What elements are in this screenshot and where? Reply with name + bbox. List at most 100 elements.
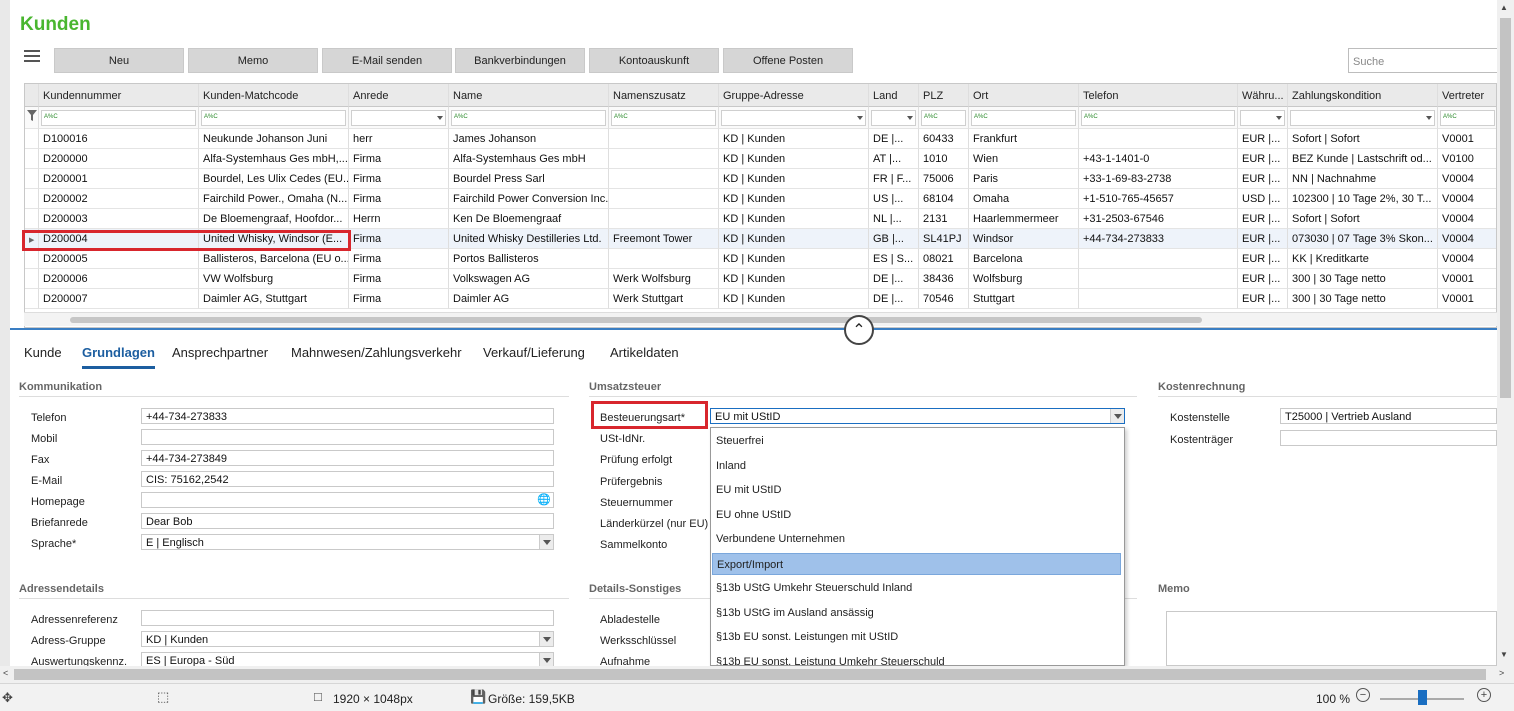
column-filter[interactable] [349,107,449,129]
scroll-up-icon[interactable]: ▲ [1500,3,1508,12]
table-row[interactable]: D200001 Bourdel, Les Ulix Cedes (EU... Fir… [25,169,1496,189]
kostenstelle-field[interactable]: T25000 | Vertrieb Ausland [1280,408,1497,424]
column-header[interactable]: Währu... [1238,84,1288,107]
table-row[interactable]: D200003 De Bloemengraaf, Hoofdor... Herrn K… [25,209,1496,229]
column-filter[interactable] [1288,107,1438,129]
horizontal-scrollbar[interactable]: < > [0,666,1514,683]
table-row[interactable]: D200000 Alfa-Systemhaus Ges mbH,... Firma A… [25,149,1496,169]
memo-button[interactable]: Memo [188,48,318,73]
menu-icon[interactable] [24,50,40,64]
table-row[interactable]: D200002 Fairchild Power., Omaha (N... Firm… [25,189,1496,209]
memo-textarea[interactable] [1166,611,1497,666]
chevron-down-icon[interactable] [857,116,863,120]
kostentraeger-field[interactable] [1280,430,1497,446]
field-input[interactable]: ES | Europa - Süd [141,652,554,666]
chevron-down-icon[interactable] [1276,116,1282,120]
scrollbar-thumb[interactable] [14,669,1486,680]
zoom-in-icon[interactable]: + [1477,688,1491,702]
grid-horizontal-scrollbar[interactable] [24,312,1497,326]
field-input[interactable]: 🌐 [141,492,554,508]
tab-ansprechpartner[interactable]: Ansprechpartner [172,345,268,360]
tab-verkauf[interactable]: Verkauf/Lieferung [483,345,585,360]
globe-icon[interactable]: 🌐 [537,493,551,506]
open-items-button[interactable]: Offene Posten [723,48,853,73]
zoom-out-icon[interactable]: − [1356,688,1370,702]
field-input[interactable]: KD | Kunden [141,631,554,647]
column-header[interactable]: PLZ [919,84,969,107]
tab-mahnwesen[interactable]: Mahnwesen/Zahlungsverkehr [291,345,462,360]
column-header[interactable]: Ort [969,84,1079,107]
tab-kunde[interactable]: Kunde [24,345,62,360]
field-input[interactable]: +44-734-273849 [141,450,554,466]
dropdown-option[interactable]: EU mit UStID [712,479,1121,501]
field-input[interactable]: E | Englisch [141,534,554,550]
table-cell: EUR |... [1238,169,1288,189]
field-input[interactable]: +44-734-273833 [141,408,554,424]
table-cell: 102300 | 10 Tage 2%, 30 T... [1288,189,1438,209]
scroll-down-icon[interactable]: ▼ [1500,650,1508,659]
chevron-down-icon[interactable] [539,535,553,549]
dropdown-option[interactable]: EU ohne UStID [712,504,1121,526]
column-header[interactable]: Name [449,84,609,107]
table-row[interactable]: D100016 Neukunde Johanson Juni herr James J… [25,129,1496,149]
scrollbar-thumb[interactable] [70,317,1202,323]
dropdown-option[interactable]: Export/Import [712,552,1121,575]
chevron-down-icon[interactable] [539,653,553,666]
chevron-down-icon[interactable] [1110,409,1124,423]
dropdown-option[interactable]: §13b UStG im Ausland ansässig [712,602,1121,624]
besteuerungsart-select[interactable]: EU mit UStID [710,408,1125,424]
field-label: Prüfung erfolgt [600,454,673,466]
column-header[interactable]: Anrede [349,84,449,107]
account-info-button[interactable]: Kontoauskunft [589,48,719,73]
scrollbar-thumb[interactable] [1500,18,1511,398]
dropdown-option[interactable]: §13b EU sonst. Leistungen mit UStID [712,626,1121,648]
dropdown-option[interactable]: Steuerfrei [712,430,1121,452]
tab-grundlagen[interactable]: Grundlagen [82,345,155,369]
column-header[interactable]: Namenszusatz [609,84,719,107]
column-header[interactable]: Telefon [1079,84,1238,107]
table-row[interactable]: D200007 Daimler AG, Stuttgart Firma Daimler… [25,289,1496,309]
chevron-down-icon[interactable] [539,632,553,646]
chevron-down-icon[interactable] [437,116,443,120]
tab-artikeldaten[interactable]: Artikeldaten [610,345,679,360]
dropdown-option[interactable]: Inland [712,455,1121,477]
dropdown-option[interactable]: Verbundene Unternehmen [712,528,1121,550]
table-row[interactable]: D200006 VW Wolfsburg Firma Volkswagen AG Wer… [25,269,1496,289]
column-filter[interactable] [1238,107,1288,129]
dropdown-option[interactable]: §13b UStG Umkehr Steuerschuld Inland [712,577,1121,599]
column-filter[interactable]: A%C [1079,107,1238,129]
column-header[interactable]: Kundennummer [39,84,199,107]
chevron-down-icon[interactable] [1426,116,1432,120]
search-input[interactable]: Suche [1348,48,1497,73]
column-filter[interactable]: A%C [1438,107,1496,129]
scroll-right-icon[interactable]: > [1499,668,1504,678]
scroll-left-icon[interactable]: < [3,668,8,678]
column-header[interactable]: Vertreter [1438,84,1496,107]
column-header[interactable]: Gruppe-Adresse [719,84,869,107]
bank-details-button[interactable]: Bankverbindungen [455,48,585,73]
column-filter[interactable]: A%C [969,107,1079,129]
column-filter[interactable]: A%C [199,107,349,129]
table-row[interactable]: D200005 Ballisteros, Barcelona (EU o... Fi… [25,249,1496,269]
field-input[interactable]: Dear Bob [141,513,554,529]
column-header[interactable]: Zahlungskondition [1288,84,1438,107]
collapse-up-icon[interactable]: ⌃ [844,315,874,345]
zoom-slider-handle[interactable] [1418,690,1427,705]
field-input[interactable] [141,429,554,445]
field-input[interactable] [141,610,554,626]
column-filter[interactable]: A%C [919,107,969,129]
column-filter[interactable] [869,107,919,129]
send-email-button[interactable]: E-Mail senden [322,48,452,73]
column-header[interactable]: Land [869,84,919,107]
filter-icon[interactable] [25,107,39,129]
column-filter[interactable]: A%C [609,107,719,129]
column-filter[interactable]: A%C [39,107,199,129]
chevron-down-icon[interactable] [907,116,913,120]
new-button[interactable]: Neu [54,48,184,73]
column-filter[interactable]: A%C [449,107,609,129]
column-header[interactable]: Kunden-Matchcode [199,84,349,107]
vertical-scrollbar[interactable]: ▲ ▼ [1497,0,1514,666]
column-filter[interactable] [719,107,869,129]
field-input[interactable]: CIS: 75162,2542 [141,471,554,487]
dropdown-option[interactable]: §13b EU sonst. Leistung Umkehr Steuersch… [712,651,1121,666]
